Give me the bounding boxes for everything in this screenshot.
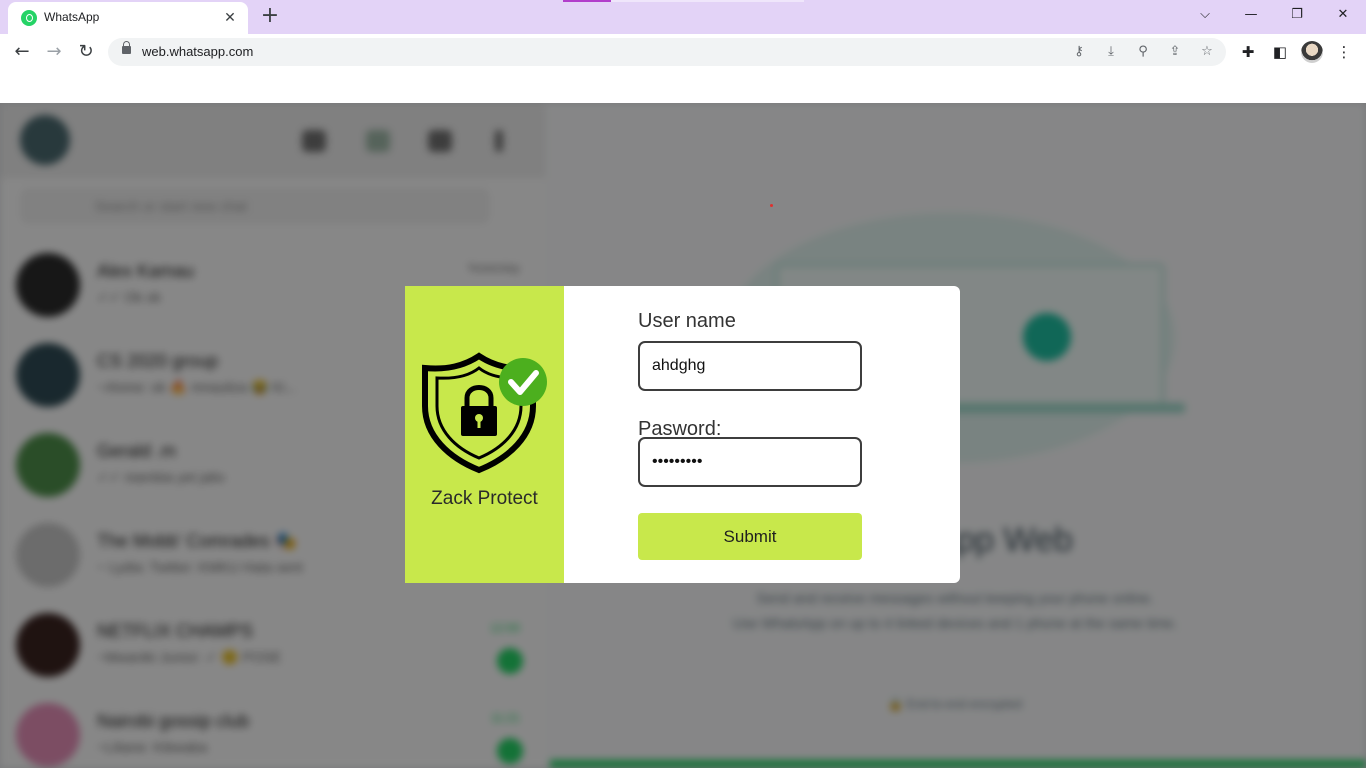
back-icon[interactable]: ← [8, 38, 36, 66]
new-tab-button[interactable]: + [258, 5, 282, 29]
url-text: web.whatsapp.com [142, 44, 254, 59]
side-panel-icon[interactable]: ◧ [1268, 40, 1292, 64]
cursor-dot [770, 204, 773, 207]
reload-icon[interactable]: ↻ [72, 38, 100, 66]
zoom-icon[interactable]: ⚲ [1132, 42, 1154, 62]
profile-avatar[interactable] [1301, 41, 1323, 63]
tab-title: WhatsApp [44, 10, 100, 24]
submit-button[interactable]: Submit [638, 513, 862, 560]
username-label: User name [638, 310, 736, 332]
web-page: Search or start new chat Alex Kamau ✓✓ O… [0, 103, 1366, 768]
brand-panel: Zack Protect [405, 286, 564, 583]
shield-lock-check-icon [422, 352, 547, 474]
restore-icon[interactable]: ❐ [1280, 4, 1314, 28]
login-dialog: Zack Protect User name Pasword: Submit [405, 286, 960, 583]
tab-strip-accent [563, 0, 611, 2]
whatsapp-favicon-icon [21, 10, 37, 26]
extensions-icon[interactable]: ✚ [1236, 40, 1260, 64]
key-icon[interactable]: ⚷ [1068, 42, 1090, 62]
install-app-icon[interactable]: ⤓ [1100, 42, 1122, 62]
address-bar[interactable]: web.whatsapp.com ⚷ ⤓ ⚲ ⇪ ☆ [108, 38, 1226, 66]
minimize-icon[interactable]: — [1234, 4, 1268, 28]
browser-toolbar: ← → ↻ web.whatsapp.com ⚷ ⤓ ⚲ ⇪ ☆ ✚ ◧ ⋮ [0, 34, 1366, 70]
password-field[interactable] [638, 437, 862, 487]
bookmark-star-icon[interactable]: ☆ [1196, 42, 1218, 62]
forward-icon[interactable]: → [40, 38, 68, 66]
browser-tab-strip: WhatsApp ✕ + ⌵ — ❐ ✕ [0, 0, 1366, 34]
lock-icon[interactable] [122, 41, 131, 54]
tab-whatsapp[interactable]: WhatsApp ✕ [8, 2, 248, 34]
share-icon[interactable]: ⇪ [1164, 42, 1186, 62]
tab-strip-accent-light [611, 0, 804, 2]
close-tab-icon[interactable]: ✕ [220, 8, 240, 28]
browser-menu-icon[interactable]: ⋮ [1332, 40, 1356, 64]
username-field[interactable] [638, 341, 862, 391]
close-window-icon[interactable]: ✕ [1326, 4, 1360, 28]
tab-search-icon[interactable]: ⌵ [1188, 4, 1222, 28]
username-input[interactable] [652, 354, 848, 378]
password-input[interactable] [652, 450, 848, 474]
brand-name: Zack Protect [431, 488, 538, 509]
